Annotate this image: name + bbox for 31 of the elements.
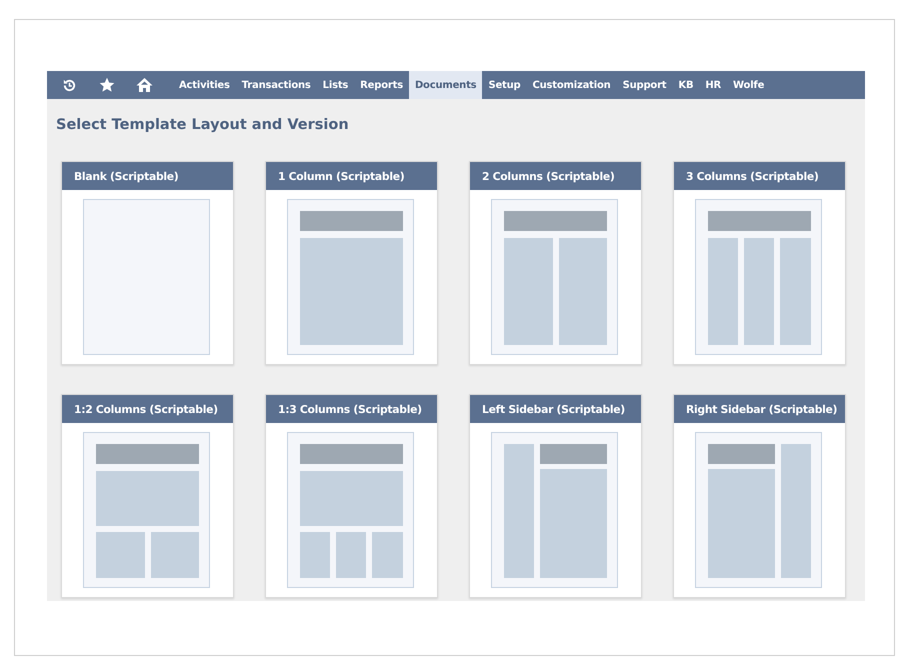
card-title: 2 Columns (Scriptable) [470,162,641,190]
nav-tab[interactable]: Customization [526,71,617,99]
nav-tab[interactable]: Transactions [236,71,317,99]
card-title: Right Sidebar (Scriptable) [674,395,845,423]
home-icon[interactable] [136,77,153,93]
nav-tab[interactable]: Lists [316,71,354,99]
card-title: Left Sidebar (Scriptable) [470,395,641,423]
nav-tab[interactable]: Wolfe [727,71,770,99]
card-title: 1:2 Columns (Scriptable) [62,395,233,423]
template-card[interactable]: 1 Column (Scriptable) [265,161,438,365]
star-icon[interactable] [99,77,115,93]
card-title: Blank (Scriptable) [62,162,233,190]
template-card[interactable]: Blank (Scriptable) [61,161,234,365]
nav-tab[interactable]: Support [616,71,672,99]
history-icon[interactable] [62,78,77,92]
nav-tab[interactable]: Activities [173,71,236,99]
nav-tab[interactable]: Reports [354,71,409,99]
card-title: 1 Column (Scriptable) [266,162,437,190]
template-card[interactable]: Right Sidebar (Scriptable) [673,394,846,598]
nav-tab[interactable]: Setup [482,71,526,99]
template-card[interactable]: Left Sidebar (Scriptable) [469,394,642,598]
template-card[interactable]: 1:2 Columns (Scriptable) [61,394,234,598]
card-title: 1:3 Columns (Scriptable) [266,395,437,423]
nav-tab[interactable]: KB [672,71,700,99]
nav-tab[interactable]: Documents [408,71,482,99]
template-card[interactable]: 2 Columns (Scriptable) [469,161,642,365]
card-title: 3 Columns (Scriptable) [674,162,845,190]
page-heading: Select Template Layout and Version [56,117,350,133]
nav-tab[interactable]: HR [699,71,728,99]
template-card[interactable]: 3 Columns (Scriptable) [673,161,846,365]
template-card[interactable]: 1:3 Columns (Scriptable) [265,394,438,598]
